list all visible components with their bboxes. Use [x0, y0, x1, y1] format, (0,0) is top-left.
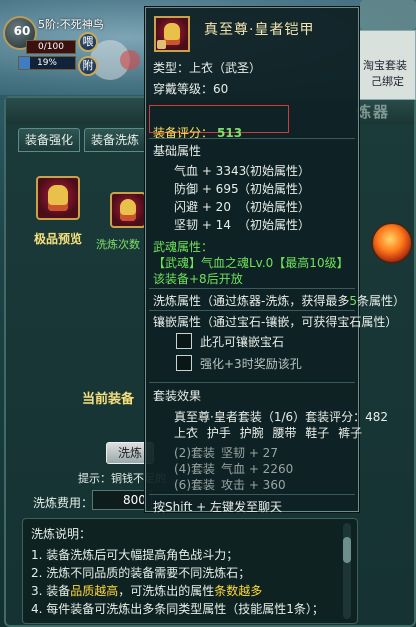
side-panel: 淘宝套装 己绑定: [358, 30, 416, 100]
hp-text: 0/100: [38, 42, 64, 52]
gem-slot-label: 此孔可镶嵌宝石: [200, 335, 285, 349]
wash-explanation-panel: 洗炼说明： 1. 装备洗炼后可大幅提高角色战斗力； 2. 洗炼不同品质的装备需要…: [22, 518, 358, 624]
locked-gem-slot-label: 强化+3时奖励该孔: [200, 357, 302, 371]
attr-value: 闪避 + 20: [174, 200, 231, 214]
item-type: 类型：上衣（武圣）: [153, 61, 262, 75]
tab-equip-wash[interactable]: 装备洗炼: [84, 128, 147, 152]
gem-slot-checkbox[interactable]: [176, 333, 192, 349]
explanation-line: 4. 每件装备可洗炼出多条同类型属性（技能属性1条）；: [31, 602, 324, 616]
wash-attr-line: 洗炼属性（通过炼器-洗炼，获得最多5条属性）: [153, 292, 405, 309]
attr-note: （初始属性）: [238, 200, 311, 214]
current-equip-slot[interactable]: [110, 192, 146, 228]
divider: [149, 310, 355, 311]
item-tooltip: 真至尊·皇者铠甲 类型：上衣（武圣） 穿戴等级：60 装备评分： 513 基础属性…: [145, 7, 405, 514]
item-name: 真至尊·皇者铠甲: [204, 22, 315, 38]
pet-name: 5阶:不死神鸟: [38, 18, 104, 31]
forge-window-title: 炼器: [356, 103, 391, 121]
wash-attr-text: 洗炼属性（通过炼器-洗炼，获得最多: [153, 294, 350, 308]
divider: [149, 138, 355, 139]
set-bonus-pieces: (4)套装: [174, 462, 215, 476]
share-hint: 按Shift + 左键发至聊天: [153, 500, 282, 514]
base-attr-row: 气血 + 3343（初始属性）: [174, 162, 310, 179]
lock-icon: [157, 40, 166, 49]
base-attr-row: 闪避 + 20 （初始属性）: [174, 198, 310, 215]
wash-count-label: 洗炼次数: [96, 238, 140, 251]
wash-fee-value: 800: [92, 490, 152, 510]
explanation-scrollbar[interactable]: [343, 523, 351, 619]
explanation-highlight: 品质越高: [70, 584, 119, 598]
divider: [149, 288, 355, 289]
armor-icon: [120, 199, 136, 221]
set-bonus-row: (2)套装 坚韧 + 27: [174, 444, 278, 461]
attr-value: 坚韧 + 14: [174, 218, 231, 232]
attr-value: 气血 + 3343: [174, 164, 247, 178]
explanation-text: 3. 装备: [31, 584, 71, 598]
set-name: 真至尊·皇者套装（1/6）套装评分：482: [174, 410, 389, 424]
wash-fee-label: 洗炼费用：: [33, 496, 94, 510]
set-bonus-row: (4)套装 气血 + 2260: [174, 460, 293, 477]
soul-attr-title: 武魂属性：: [153, 240, 214, 254]
set-bonus-pieces: (2)套装: [174, 446, 215, 460]
explanation-line: 2. 洗炼不同品质的装备需要不同洗炼石；: [31, 566, 251, 580]
side-label-taobao: 淘宝套装: [363, 59, 407, 72]
wash-attr-count: 5: [349, 294, 357, 308]
mp-bar: 19%: [18, 56, 76, 70]
attach-button[interactable]: 附: [78, 56, 98, 76]
set-bonus-effect: 气血 + 2260: [221, 462, 294, 476]
soul-attr-line: 【武魂】气血之魂Lv.0【最高10级】: [153, 256, 349, 270]
set-bonus-row: (6)套装 攻击 + 360: [174, 476, 286, 493]
explanation-line: 3. 装备品质越高，可洗炼出的属性条数越多: [31, 582, 349, 600]
preview-label[interactable]: 极品预览: [34, 230, 82, 247]
preview-equip-slot[interactable]: [36, 176, 80, 220]
armor-icon: [48, 185, 68, 211]
fire-orb-icon[interactable]: [371, 222, 413, 264]
set-bonus-pieces: (6)套装: [174, 478, 215, 492]
armor-icon: [164, 23, 180, 45]
explanation-highlight: 条数越多: [214, 584, 263, 598]
scene-decoration: [360, 0, 416, 30]
explanation-title: 洗炼说明：: [31, 527, 92, 541]
set-bonus-effect: 攻击 + 360: [221, 478, 286, 492]
divider: [149, 494, 355, 495]
explanation-line: 1. 装备洗炼后可大幅提高角色战斗力；: [31, 548, 239, 562]
base-attr-row: 防御 + 695（初始属性）: [174, 180, 310, 197]
mp-text: 19%: [36, 58, 57, 68]
attr-note: （初始属性）: [238, 182, 311, 196]
set-bonus-effect: 坚韧 + 27: [221, 446, 278, 460]
side-label-bound: 己绑定: [371, 75, 404, 88]
explanation-text: ，可洗炼出的属性: [118, 584, 215, 598]
tab-equip-enhance[interactable]: 装备强化: [18, 128, 81, 152]
locked-gem-slot-checkbox[interactable]: [176, 355, 192, 371]
player-frame: 60 5阶:不死神鸟 0/100 19% 喂 附: [0, 12, 130, 76]
base-attr-row: 坚韧 + 14 （初始属性）: [174, 216, 310, 233]
feed-button[interactable]: 喂: [78, 32, 98, 52]
attr-note: （初始属性）: [238, 164, 311, 178]
base-attr-title: 基础属性: [153, 144, 202, 158]
current-equip-label: 当前装备: [82, 392, 135, 407]
set-parts: 上衣 护手 护腕 腰带 鞋子 裤子: [174, 426, 363, 440]
wash-attr-text: 条属性）: [356, 294, 405, 308]
attr-value: 防御 + 695: [174, 182, 239, 196]
hp-bar: 0/100: [26, 40, 76, 54]
item-icon: [154, 16, 190, 52]
player-level: 60: [13, 24, 31, 38]
scrollbar-thumb[interactable]: [343, 537, 351, 563]
soul-unlock-text: 该装备+8后开放: [153, 272, 243, 286]
set-effect-title: 套装效果: [153, 389, 202, 403]
divider: [149, 382, 355, 383]
inlay-attr-line: 镶嵌属性（通过宝石-镶嵌，可获得宝石属性）: [153, 315, 398, 329]
item-level: 穿戴等级：60: [153, 82, 229, 96]
attr-note: （初始属性）: [238, 218, 311, 232]
